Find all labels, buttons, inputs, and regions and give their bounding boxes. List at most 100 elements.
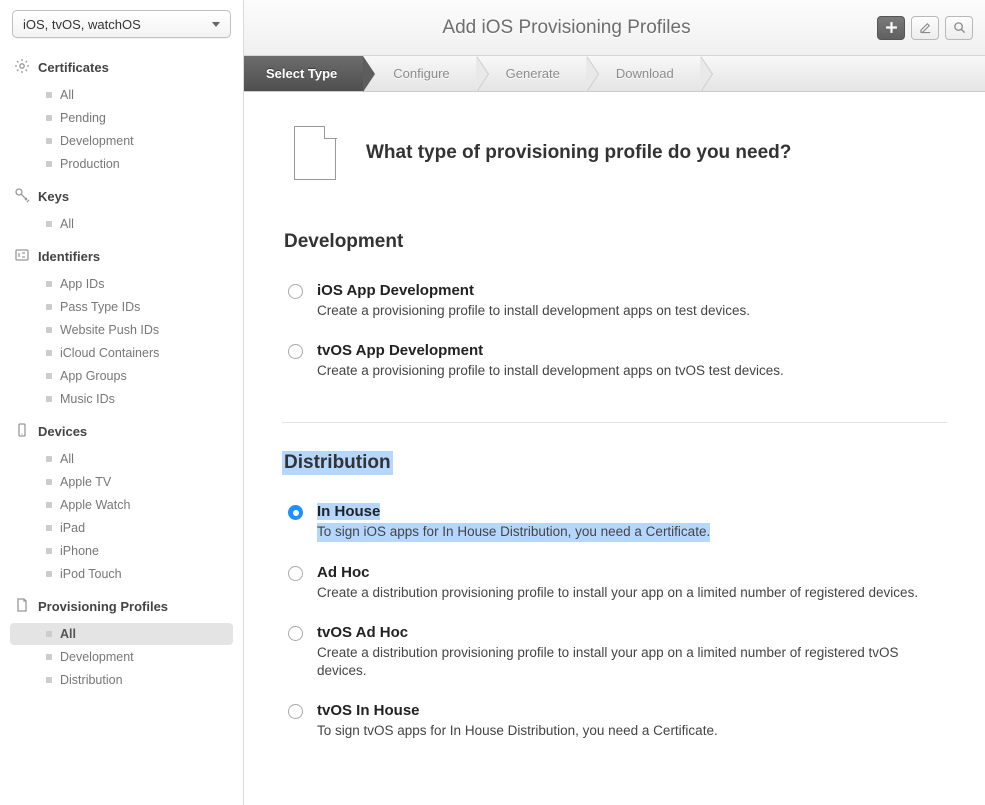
- bullet-icon: [46, 677, 52, 683]
- sidebar-item-pending[interactable]: Pending: [10, 107, 233, 129]
- option-title: tvOS In House: [317, 702, 420, 719]
- step-label: Select Type: [266, 66, 337, 81]
- bullet-icon: [46, 115, 52, 121]
- sidebar-header-identifiers[interactable]: Identifiers: [0, 241, 243, 272]
- bullet-icon: [46, 350, 52, 356]
- sidebar-item-label: App Groups: [60, 369, 127, 383]
- sidebar-item-label: Development: [60, 134, 134, 148]
- chevron-down-icon: [212, 22, 220, 27]
- sidebar-item-all[interactable]: All: [10, 213, 233, 235]
- main: Add iOS Provisioning Profiles Select Typ…: [244, 0, 985, 805]
- radio-button[interactable]: [288, 566, 303, 581]
- key-icon: [14, 187, 30, 206]
- option-desc: To sign tvOS apps for In House Distribut…: [317, 722, 718, 740]
- sidebar-item-pass-type-ids[interactable]: Pass Type IDs: [10, 296, 233, 318]
- sidebar-item-ipod-touch[interactable]: iPod Touch: [10, 563, 233, 585]
- sidebar-item-label: App IDs: [60, 277, 104, 291]
- platform-dropdown[interactable]: iOS, tvOS, watchOS: [12, 10, 231, 38]
- sidebar-item-label: Distribution: [60, 673, 123, 687]
- option-tvos-ad-hoc[interactable]: tvOS Ad Hoc Create a distribution provis…: [282, 614, 947, 692]
- sidebar-header-label: Provisioning Profiles: [38, 599, 168, 614]
- option-ad-hoc[interactable]: Ad Hoc Create a distribution provisionin…: [282, 554, 947, 614]
- option-title: In House: [317, 503, 380, 520]
- sidebar-item-icloud-containers[interactable]: iCloud Containers: [10, 342, 233, 364]
- sidebar-header-label: Certificates: [38, 60, 109, 75]
- document-icon: [294, 126, 336, 180]
- step-download[interactable]: Download: [586, 56, 700, 91]
- edit-button[interactable]: [911, 16, 939, 40]
- option-text: tvOS Ad Hoc Create a distribution provis…: [317, 624, 947, 680]
- bullet-icon: [46, 502, 52, 508]
- bullet-icon: [46, 92, 52, 98]
- group-heading: Development: [282, 230, 405, 254]
- radio-button[interactable]: [288, 626, 303, 641]
- topbar: Add iOS Provisioning Profiles: [244, 0, 985, 56]
- option-tvos-in-house[interactable]: tvOS In House To sign tvOS apps for In H…: [282, 692, 947, 752]
- device-icon: [14, 422, 30, 441]
- bullet-icon: [46, 138, 52, 144]
- add-button[interactable]: [877, 16, 905, 40]
- platform-label: iOS, tvOS, watchOS: [23, 17, 141, 32]
- sidebar-header-provisioning profiles[interactable]: Provisioning Profiles: [0, 591, 243, 622]
- bullet-icon: [46, 525, 52, 531]
- sidebar-item-all[interactable]: All: [10, 448, 233, 470]
- option-text: iOS App Development Create a provisionin…: [317, 282, 750, 320]
- sidebar-item-development[interactable]: Development: [10, 646, 233, 668]
- sidebar-item-all[interactable]: All: [10, 623, 233, 645]
- page-title: Add iOS Provisioning Profiles: [256, 17, 877, 39]
- radio-button[interactable]: [288, 505, 303, 520]
- option-tvos-app-development[interactable]: tvOS App Development Create a provisioni…: [282, 332, 947, 392]
- step-select-type[interactable]: Select Type: [244, 56, 363, 91]
- sidebar-item-development[interactable]: Development: [10, 130, 233, 152]
- search-button[interactable]: [945, 16, 973, 40]
- search-icon: [953, 21, 966, 34]
- radio-button[interactable]: [288, 704, 303, 719]
- radio-button[interactable]: [288, 344, 303, 359]
- option-title: iOS App Development: [317, 282, 474, 299]
- sidebar-item-label: All: [60, 452, 74, 466]
- step-configure[interactable]: Configure: [363, 56, 475, 91]
- option-desc: To sign iOS apps for In House Distributi…: [317, 523, 710, 541]
- sidebar-item-iphone[interactable]: iPhone: [10, 540, 233, 562]
- sidebar-item-distribution[interactable]: Distribution: [10, 669, 233, 691]
- plus-icon: [885, 21, 898, 34]
- sidebar-item-label: iPhone: [60, 544, 99, 558]
- bullet-icon: [46, 327, 52, 333]
- bullet-icon: [46, 221, 52, 227]
- option-text: Ad Hoc Create a distribution provisionin…: [317, 564, 918, 602]
- step-generate[interactable]: Generate: [476, 56, 586, 91]
- step-label: Generate: [506, 66, 560, 81]
- sidebar-item-label: All: [60, 217, 74, 231]
- option-in-house[interactable]: In House To sign iOS apps for In House D…: [282, 493, 947, 553]
- sidebar-item-ipad[interactable]: iPad: [10, 517, 233, 539]
- sidebar-item-app-groups[interactable]: App Groups: [10, 365, 233, 387]
- sidebar-item-app-ids[interactable]: App IDs: [10, 273, 233, 295]
- option-title: Ad Hoc: [317, 564, 370, 581]
- bullet-icon: [46, 161, 52, 167]
- sidebar-item-label: iPad: [60, 521, 85, 535]
- sidebar-item-all[interactable]: All: [10, 84, 233, 106]
- sidebar-item-website-push-ids[interactable]: Website Push IDs: [10, 319, 233, 341]
- sidebar-item-label: Music IDs: [60, 392, 115, 406]
- hero-question: What type of provisioning profile do you…: [366, 142, 791, 164]
- document-icon: [14, 597, 30, 616]
- sidebar-item-apple-tv[interactable]: Apple TV: [10, 471, 233, 493]
- bullet-icon: [46, 396, 52, 402]
- sidebar-item-music-ids[interactable]: Music IDs: [10, 388, 233, 410]
- option-text: tvOS App Development Create a provisioni…: [317, 342, 784, 380]
- sidebar-item-label: Development: [60, 650, 134, 664]
- sidebar-item-label: Apple Watch: [60, 498, 130, 512]
- bullet-icon: [46, 304, 52, 310]
- bullet-icon: [46, 631, 52, 637]
- sidebar-header-devices[interactable]: Devices: [0, 416, 243, 447]
- sidebar-header-certificates[interactable]: Certificates: [0, 52, 243, 83]
- option-ios-app-development[interactable]: iOS App Development Create a provisionin…: [282, 272, 947, 332]
- radio-button[interactable]: [288, 284, 303, 299]
- option-desc: Create a provisioning profile to install…: [317, 302, 750, 320]
- sidebar-item-production[interactable]: Production: [10, 153, 233, 175]
- sidebar-item-label: Pass Type IDs: [60, 300, 140, 314]
- bullet-icon: [46, 548, 52, 554]
- sidebar-item-apple-watch[interactable]: Apple Watch: [10, 494, 233, 516]
- sidebar-header-keys[interactable]: Keys: [0, 181, 243, 212]
- bullet-icon: [46, 373, 52, 379]
